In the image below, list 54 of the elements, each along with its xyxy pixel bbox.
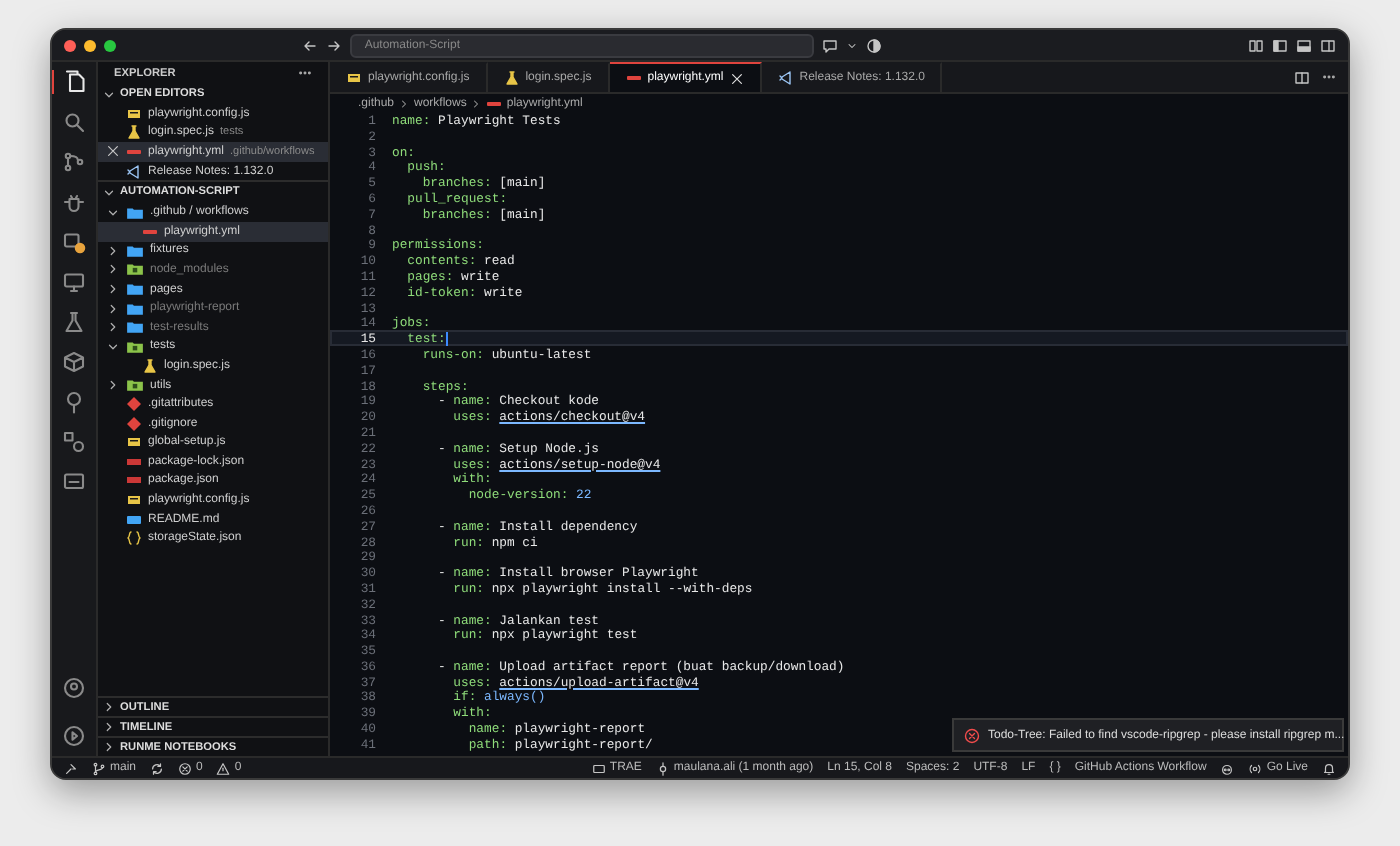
text-cursor — [445, 331, 448, 346]
forward-arrow-icon[interactable] — [326, 37, 343, 53]
vscode-icon — [126, 163, 142, 180]
play-icon[interactable] — [62, 724, 86, 748]
window-badge-icon[interactable] — [62, 230, 86, 254]
broadcast-icon — [1248, 761, 1263, 775]
js-file-icon — [346, 70, 362, 86]
zoom-button[interactable] — [104, 39, 116, 51]
flask-icon[interactable] — [62, 310, 86, 334]
more-icon[interactable] — [298, 66, 312, 80]
branch-icon[interactable] — [62, 150, 86, 174]
layout-icon[interactable] — [1247, 37, 1264, 53]
monitor-icon[interactable] — [62, 270, 86, 294]
back-arrow-icon[interactable] — [302, 37, 319, 53]
braces-icon — [126, 530, 142, 547]
error-icon — [178, 761, 193, 775]
split-layout-icon[interactable] — [1319, 37, 1336, 53]
files-icon[interactable] — [63, 70, 87, 94]
more-icon[interactable] — [1322, 70, 1336, 84]
bug-icon[interactable] — [62, 190, 86, 214]
error-icon — [964, 727, 980, 743]
shapes-icon[interactable] — [62, 430, 86, 454]
chevron-right-icon — [398, 97, 411, 109]
folder-icon — [126, 260, 144, 279]
chevron-down-icon — [102, 87, 116, 101]
minimize-button[interactable] — [84, 39, 96, 51]
vscode-icon — [777, 70, 794, 86]
caret-icon[interactable] — [846, 39, 859, 51]
close-icon[interactable] — [729, 71, 744, 85]
chevron-right-icon — [470, 97, 483, 109]
flask-icon — [503, 70, 520, 86]
flask-icon — [142, 357, 158, 374]
folder-icon — [126, 376, 144, 395]
account-icon[interactable] — [62, 676, 86, 700]
panel-toggle-icon[interactable] — [1295, 37, 1312, 53]
close-icon[interactable] — [106, 144, 120, 159]
split-editor-icon[interactable] — [1294, 69, 1310, 85]
half-circle-icon[interactable] — [866, 37, 883, 53]
branch-icon — [92, 761, 106, 775]
chevron-right-icon — [106, 378, 120, 393]
sync-icon[interactable] — [150, 761, 165, 775]
yaml-file-icon — [625, 70, 642, 86]
cube-icon[interactable] — [62, 350, 86, 374]
chat-icon[interactable] — [822, 37, 839, 53]
search-icon[interactable] — [62, 110, 86, 134]
close-window-button[interactable] — [64, 39, 76, 51]
sidebar-toggle-icon[interactable] — [1271, 37, 1288, 53]
chevron-down-icon — [106, 339, 120, 354]
panel-icon[interactable] — [62, 470, 86, 494]
commit-icon — [655, 761, 670, 775]
bell-icon[interactable] — [1322, 761, 1336, 775]
flask-icon — [126, 124, 142, 141]
warning-icon — [216, 761, 231, 775]
folder-icon — [126, 337, 144, 356]
